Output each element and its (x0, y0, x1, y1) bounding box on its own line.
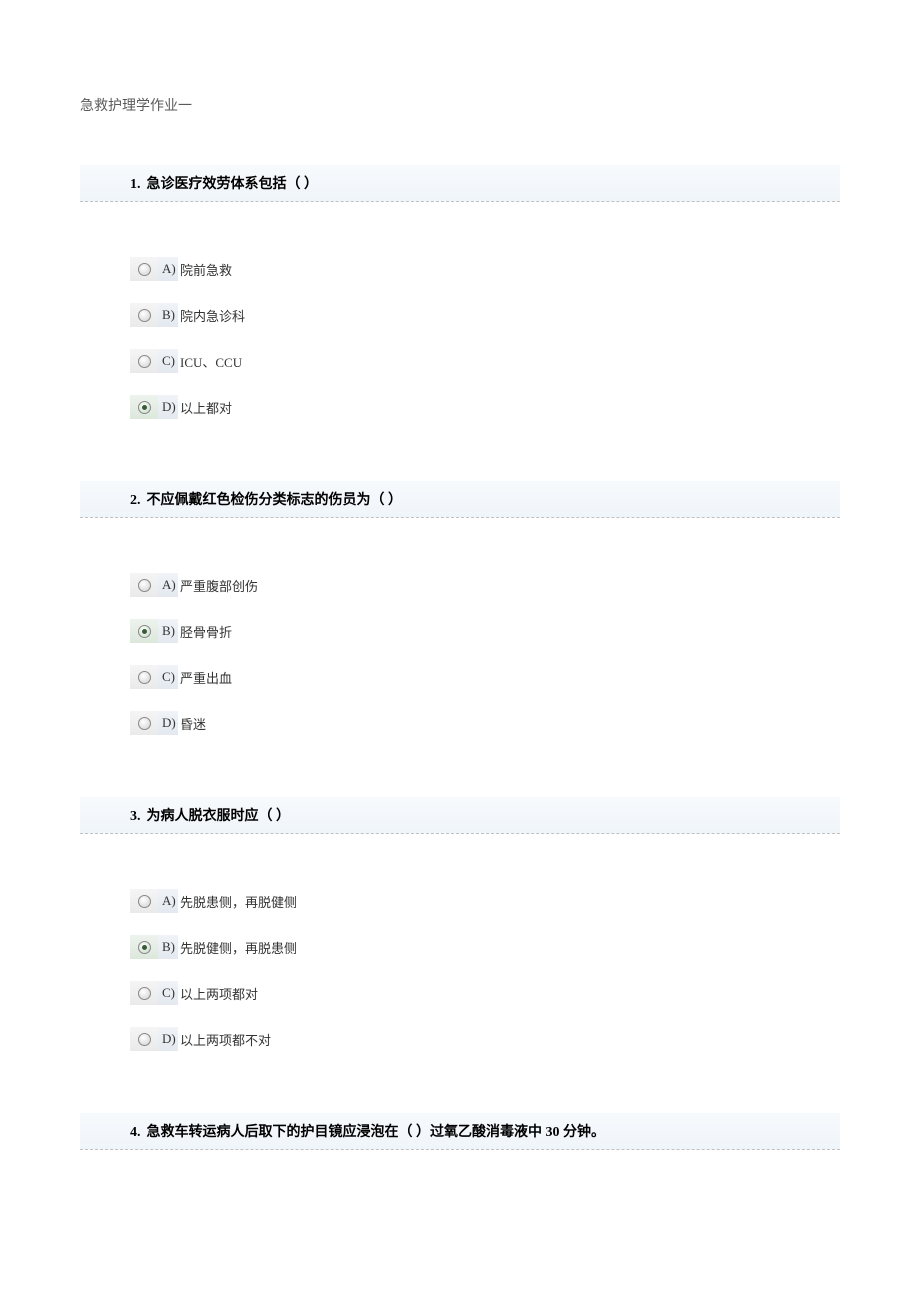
option-text: 严重出血 (178, 668, 232, 687)
option-letter: A) (158, 889, 178, 913)
radio-button[interactable] (130, 935, 158, 959)
question-number: 2. (130, 493, 141, 509)
question-header: 1. 急诊医疗效劳体系包括（ ） (80, 165, 840, 202)
radio-circle-icon (138, 941, 151, 954)
radio-button[interactable] (130, 1027, 158, 1051)
option-text: 严重腹部创伤 (178, 576, 258, 595)
radio-button[interactable] (130, 303, 158, 327)
option-letter: D) (158, 711, 178, 735)
option-row[interactable]: A)先脱患侧，再脱健侧 (130, 889, 840, 913)
question-block: 4. 急救车转运病人后取下的护目镜应浸泡在（ ）过氧乙酸消毒液中 30 分钟。 (80, 1113, 840, 1150)
option-text: 院内急诊科 (178, 306, 245, 325)
question-text: 不应佩戴红色检伤分类标志的伤员为（ ） (147, 493, 403, 508)
option-text: 先脱患侧，再脱健侧 (178, 892, 297, 911)
options-area: A)先脱患侧，再脱健侧 B)先脱健侧，再脱患侧 C)以上两项都对 D)以上两项都不对 (80, 834, 840, 1103)
question-header: 3. 为病人脱衣服时应（ ） (80, 797, 840, 834)
radio-circle-icon (138, 671, 151, 684)
radio-circle-icon (138, 355, 151, 368)
option-row[interactable]: A)院前急救 (130, 257, 840, 281)
question-header: 2. 不应佩戴红色检伤分类标志的伤员为（ ） (80, 481, 840, 518)
option-row[interactable]: C)严重出血 (130, 665, 840, 689)
option-row[interactable]: B)先脱健侧，再脱患侧 (130, 935, 840, 959)
option-row[interactable]: C)以上两项都对 (130, 981, 840, 1005)
option-text: ICU、CCU (178, 352, 242, 371)
radio-circle-icon (138, 1033, 151, 1046)
option-text: 以上两项都对 (178, 984, 258, 1003)
question-number: 4. (130, 1125, 141, 1141)
question-block: 2. 不应佩戴红色检伤分类标志的伤员为（ ） A)严重腹部创伤 B)胫骨骨折 C)严重出… (80, 481, 840, 787)
options-area: A)院前急救 B)院内急诊科 C)ICU、CCU D)以上都对 (80, 202, 840, 471)
option-row[interactable]: B)院内急诊科 (130, 303, 840, 327)
radio-button[interactable] (130, 619, 158, 643)
option-letter: C) (158, 349, 178, 373)
radio-button[interactable] (130, 257, 158, 281)
radio-button[interactable] (130, 981, 158, 1005)
radio-dot-icon (142, 945, 147, 950)
document-title: 急救护理学作业一 (80, 95, 840, 115)
option-row[interactable]: D)以上都对 (130, 395, 840, 419)
question-text: 急救车转运病人后取下的护目镜应浸泡在（ ）过氧乙酸消毒液中 30 分钟。 (147, 1125, 606, 1140)
radio-button[interactable] (130, 889, 158, 913)
radio-circle-icon (138, 309, 151, 322)
option-letter: A) (158, 257, 178, 281)
option-row[interactable]: C)ICU、CCU (130, 349, 840, 373)
option-letter: B) (158, 303, 178, 327)
option-text: 昏迷 (178, 714, 206, 733)
question-text: 急诊医疗效劳体系包括（ ） (147, 177, 319, 192)
option-row[interactable]: D)以上两项都不对 (130, 1027, 840, 1051)
option-letter: C) (158, 981, 178, 1005)
radio-circle-icon (138, 263, 151, 276)
question-block: 3.为病人脱衣服时应（ ）A)先脱患侧，再脱健侧B)先脱健侧，再脱患侧C)以上两… (80, 797, 840, 1103)
radio-circle-icon (138, 625, 151, 638)
radio-button[interactable] (130, 665, 158, 689)
option-text: 先脱健侧，再脱患侧 (178, 938, 297, 957)
radio-dot-icon (142, 405, 147, 410)
option-letter: C) (158, 665, 178, 689)
radio-button[interactable] (130, 395, 158, 419)
question-header: 4. 急救车转运病人后取下的护目镜应浸泡在（ ）过氧乙酸消毒液中 30 分钟。 (80, 1113, 840, 1150)
option-text: 胫骨骨折 (178, 622, 232, 641)
question-number: 3. (130, 809, 141, 825)
option-letter: D) (158, 1027, 178, 1051)
radio-dot-icon (142, 629, 147, 634)
option-row[interactable]: B)胫骨骨折 (130, 619, 840, 643)
radio-circle-icon (138, 717, 151, 730)
question-number: 1. (130, 177, 141, 193)
question-block: 1. 急诊医疗效劳体系包括（ ） A)院前急救 B)院内急诊科 C)ICU、CCU D)以… (80, 165, 840, 471)
option-row[interactable]: A)严重腹部创伤 (130, 573, 840, 597)
option-text: 以上都对 (178, 398, 232, 417)
option-text: 院前急救 (178, 260, 232, 279)
option-text: 以上两项都不对 (178, 1030, 271, 1049)
option-letter: B) (158, 619, 178, 643)
options-area: A)严重腹部创伤 B)胫骨骨折 C)严重出血 D)昏迷 (80, 518, 840, 787)
questions-container: 1.急诊医疗效劳体系包括（ ）A)院前急救B)院内急诊科C)ICU、CCUD)以… (80, 165, 840, 1150)
radio-button[interactable] (130, 573, 158, 597)
question-text: 为病人脱衣服时应（ ） (147, 809, 291, 824)
radio-button[interactable] (130, 711, 158, 735)
option-letter: D) (158, 395, 178, 419)
option-row[interactable]: D)昏迷 (130, 711, 840, 735)
option-letter: B) (158, 935, 178, 959)
radio-button[interactable] (130, 349, 158, 373)
radio-circle-icon (138, 987, 151, 1000)
radio-circle-icon (138, 401, 151, 414)
radio-circle-icon (138, 579, 151, 592)
option-letter: A) (158, 573, 178, 597)
radio-circle-icon (138, 895, 151, 908)
